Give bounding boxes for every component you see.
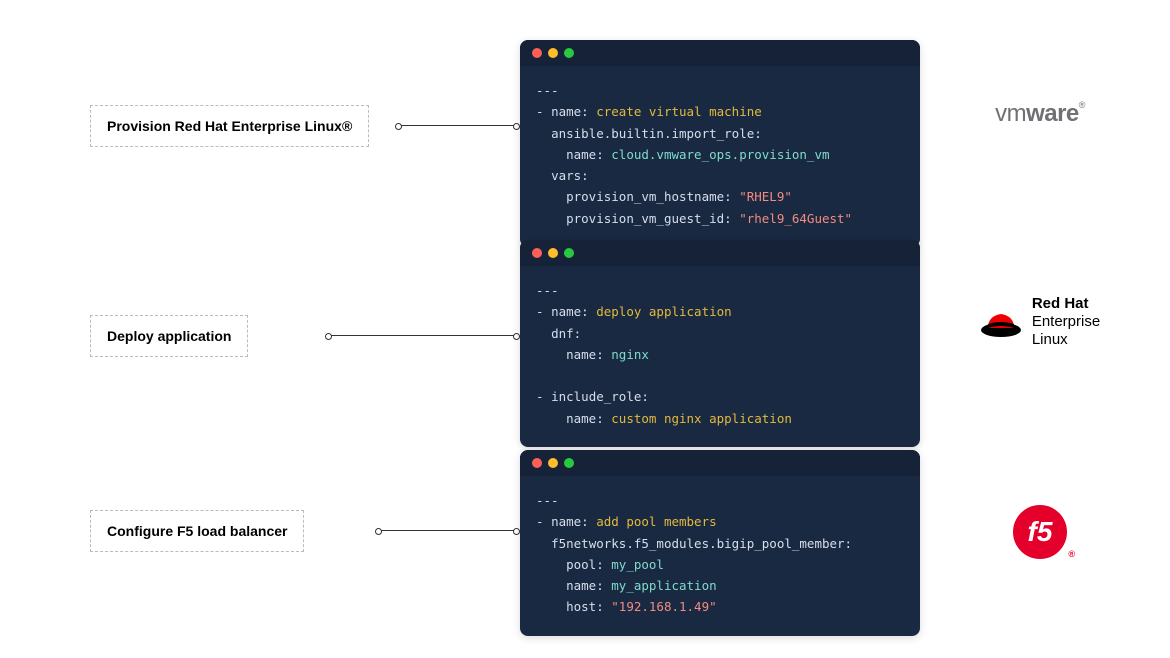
connector-line <box>380 530 515 531</box>
redhat-hat-icon <box>980 306 1022 338</box>
vmware-vm: vm <box>995 100 1026 127</box>
registered-mark: ® <box>1079 100 1085 110</box>
redhat-line3: Linux <box>1032 331 1068 348</box>
terminal-titlebar <box>520 450 920 476</box>
redhat-line1: Red Hat <box>1032 295 1100 313</box>
redhat-logo-icon: Red Hat Enterprise Linux <box>980 295 1100 349</box>
code-content: --- - name: create virtual machine ansib… <box>520 66 920 247</box>
step-configure-lb: Configure F5 load balancer --- - name: a… <box>60 450 1110 620</box>
minimize-icon <box>548 48 558 58</box>
vendor-logo: f5 <box>940 505 1140 559</box>
maximize-icon <box>564 458 574 468</box>
minimize-icon <box>548 458 558 468</box>
redhat-text: Red Hat Enterprise Linux <box>1032 295 1100 349</box>
step-label: Provision Red Hat Enterprise Linux® <box>90 105 369 147</box>
close-icon <box>532 48 542 58</box>
code-terminal: --- - name: deploy application dnf: name… <box>520 240 920 447</box>
minimize-icon <box>548 248 558 258</box>
terminal-titlebar <box>520 40 920 66</box>
connector-line <box>330 335 515 336</box>
step-label: Configure F5 load balancer <box>90 510 304 552</box>
maximize-icon <box>564 248 574 258</box>
code-content: --- - name: deploy application dnf: name… <box>520 266 920 447</box>
code-terminal: --- - name: add pool members f5networks.… <box>520 450 920 636</box>
vmware-ware: ware <box>1026 100 1079 127</box>
step-provision: Provision Red Hat Enterprise Linux® --- … <box>60 40 1110 220</box>
terminal-titlebar <box>520 240 920 266</box>
close-icon <box>532 458 542 468</box>
vendor-logo: Red Hat Enterprise Linux <box>940 295 1140 349</box>
code-content: --- - name: add pool members f5networks.… <box>520 476 920 636</box>
vmware-logo-icon: vmware® <box>995 100 1085 128</box>
code-terminal: --- - name: create virtual machine ansib… <box>520 40 920 247</box>
maximize-icon <box>564 48 574 58</box>
step-deploy: Deploy application --- - name: deploy ap… <box>60 240 1110 430</box>
vendor-logo: vmware® <box>940 100 1140 128</box>
f5-text: f5 <box>1028 516 1053 548</box>
redhat-line2: Enterprise <box>1032 313 1100 330</box>
close-icon <box>532 248 542 258</box>
step-label: Deploy application <box>90 315 248 357</box>
connector-line <box>400 125 515 126</box>
f5-logo-icon: f5 <box>1013 505 1067 559</box>
